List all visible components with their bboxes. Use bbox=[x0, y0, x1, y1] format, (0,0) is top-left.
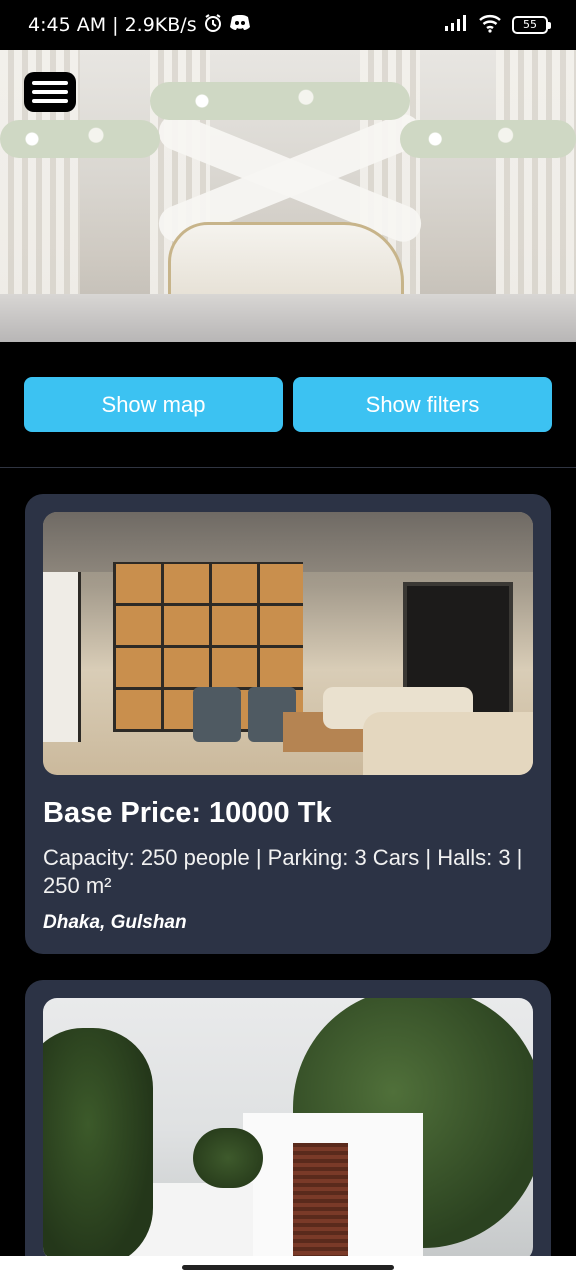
venue-location: Dhaka, Gulshan bbox=[43, 912, 187, 933]
venue-details: Capacity: 250 people | Parking: 3 Cars |… bbox=[43, 845, 523, 898]
white-villa-exterior-image bbox=[43, 998, 533, 1261]
divider bbox=[0, 467, 576, 468]
venue-card[interactable]: Base Price: 10000 Tk Capacity: 250 peopl… bbox=[25, 494, 551, 954]
hamburger-menu-icon bbox=[32, 81, 68, 85]
discord-icon bbox=[229, 14, 251, 37]
signal-icon bbox=[444, 14, 468, 37]
menu-button[interactable] bbox=[24, 72, 76, 112]
alarm-icon bbox=[203, 13, 223, 38]
venue-card[interactable] bbox=[25, 980, 551, 1280]
home-indicator[interactable] bbox=[182, 1265, 394, 1270]
venue-price: Base Price: 10000 Tk bbox=[43, 797, 332, 829]
wifi-icon bbox=[478, 13, 502, 38]
wedding-stage-decor-image bbox=[0, 50, 576, 342]
status-bar: 4:45 AM | 2.9KB/s 55 bbox=[0, 0, 576, 50]
battery-level: 55 bbox=[523, 18, 537, 31]
show-map-button[interactable]: Show map bbox=[24, 377, 283, 432]
battery-icon: 55 bbox=[512, 16, 551, 34]
modern-lounge-interior-image bbox=[43, 512, 533, 775]
action-buttons: Show map Show filters bbox=[24, 377, 552, 432]
status-time: 4:45 AM | 2.9KB/s bbox=[28, 14, 197, 36]
show-filters-button[interactable]: Show filters bbox=[293, 377, 552, 432]
navigation-bar bbox=[0, 1256, 576, 1280]
